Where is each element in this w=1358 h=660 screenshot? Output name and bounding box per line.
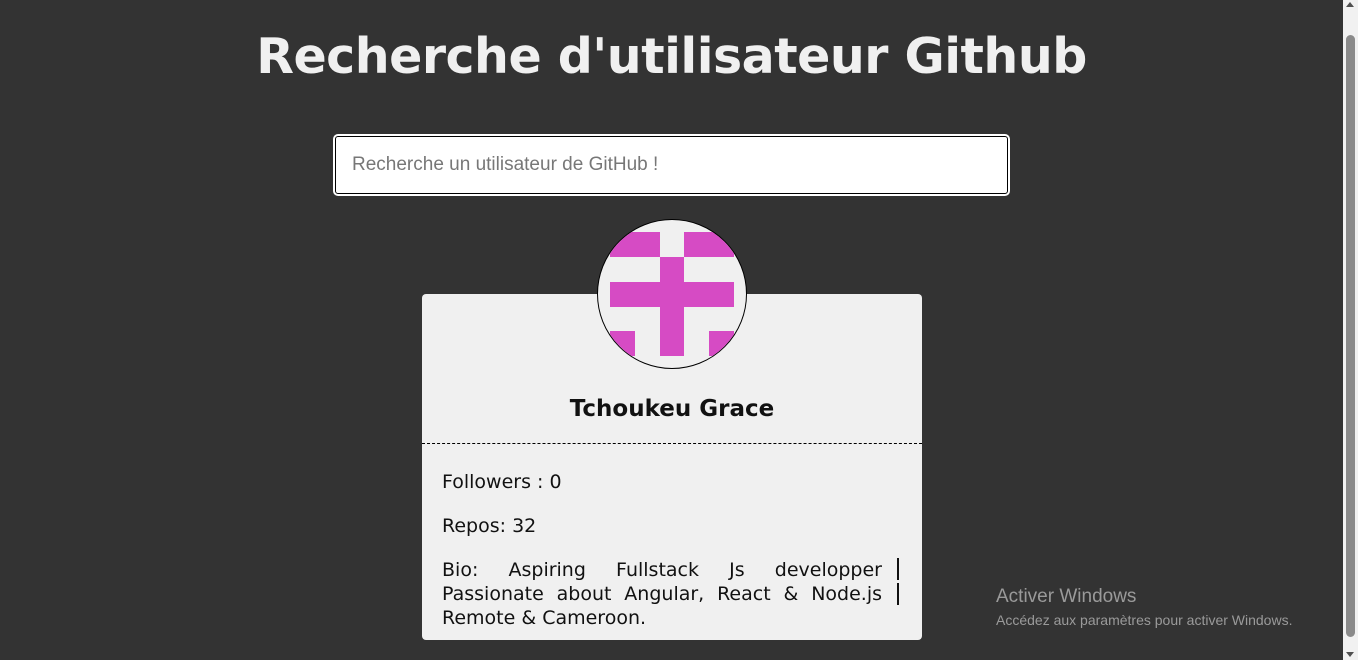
scroll-down-arrow-icon[interactable]: [1346, 652, 1354, 657]
page-title: Recherche d'utilisateur Github: [256, 28, 1087, 85]
scroll-up-arrow-icon[interactable]: [1346, 2, 1354, 7]
vertical-scrollbar[interactable]: [1343, 0, 1358, 660]
watermark-title: Activer Windows: [996, 586, 1137, 607]
bio-edge-mark: [897, 558, 899, 580]
watermark-subtitle: Accédez aux paramètres pour activer Wind…: [996, 612, 1293, 628]
identicon-image: [610, 232, 734, 356]
followers-count: Followers : 0: [442, 471, 562, 493]
page: Recherche d'utilisateur Github Tchoukeu …: [0, 0, 1358, 660]
bio-edge-mark: [897, 583, 899, 605]
repos-count: Repos: 32: [442, 515, 537, 537]
profile-bio: Bio: Aspiring Fullstack Js developper Pa…: [442, 559, 882, 629]
card-divider: [422, 443, 922, 444]
search-input[interactable]: [333, 134, 1010, 196]
profile-name: Tchoukeu Grace: [569, 396, 775, 422]
avatar: [597, 219, 747, 369]
windows-activation-watermark: Activer Windows Accédez aux paramètres p…: [996, 585, 1292, 630]
scrollbar-thumb[interactable]: [1346, 35, 1355, 637]
